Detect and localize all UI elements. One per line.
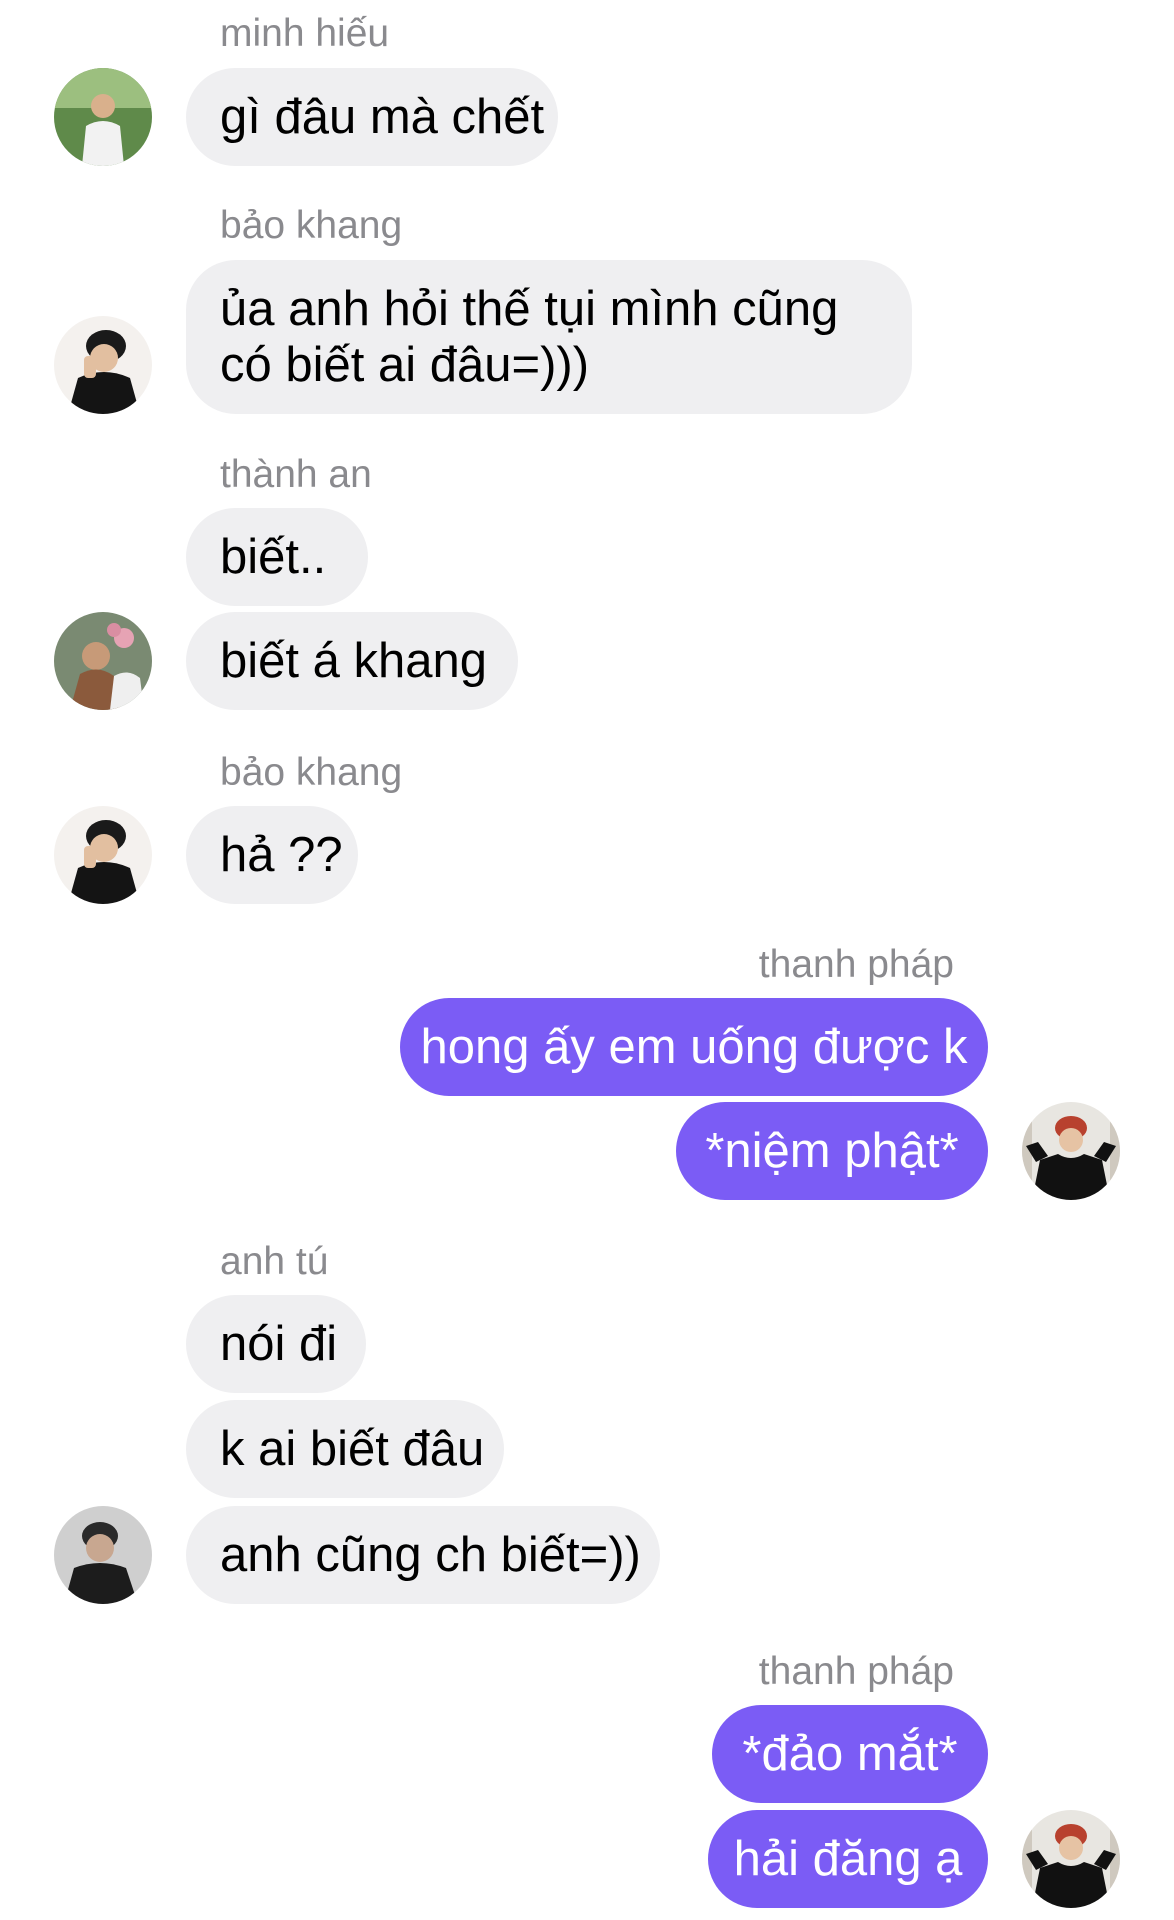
message-bubble[interactable]: hong ấy em uống được k (400, 998, 988, 1096)
message-bubble[interactable]: biết.. (186, 508, 368, 606)
message-bubble[interactable]: nói đi (186, 1295, 366, 1393)
sender-name: bảo khang (220, 751, 403, 794)
sender-name: anh tú (220, 1240, 329, 1283)
sender-name: thanh pháp (758, 943, 954, 986)
avatar[interactable] (54, 316, 152, 414)
message-bubble[interactable]: gì đâu mà chết (186, 68, 558, 166)
sender-name: bảo khang (220, 204, 403, 247)
avatar[interactable] (54, 68, 152, 166)
message-bubble[interactable]: *niệm phật* (676, 1102, 988, 1200)
avatar[interactable] (54, 1506, 152, 1604)
message-bubble[interactable]: hả ?? (186, 806, 358, 904)
message-bubble[interactable]: ủa anh hỏi thế tụi mình cũng có biết ai … (186, 260, 912, 414)
sender-name: thanh pháp (758, 1650, 954, 1693)
avatar[interactable] (1022, 1102, 1120, 1200)
message-bubble[interactable]: k ai biết đâu (186, 1400, 504, 1498)
chat-thread: minh hiếu gì đâu mà chết bảo khang ủa an… (0, 0, 1174, 1920)
message-bubble[interactable]: hải đăng ạ (708, 1810, 988, 1908)
avatar[interactable] (54, 806, 152, 904)
message-bubble[interactable]: anh cũng ch biết=)) (186, 1506, 660, 1604)
avatar[interactable] (1022, 1810, 1120, 1908)
sender-name: minh hiếu (220, 12, 390, 55)
message-bubble[interactable]: biết á khang (186, 612, 518, 710)
sender-name: thành an (220, 453, 372, 496)
message-bubble[interactable]: *đảo mắt* (712, 1705, 988, 1803)
avatar[interactable] (54, 612, 152, 710)
